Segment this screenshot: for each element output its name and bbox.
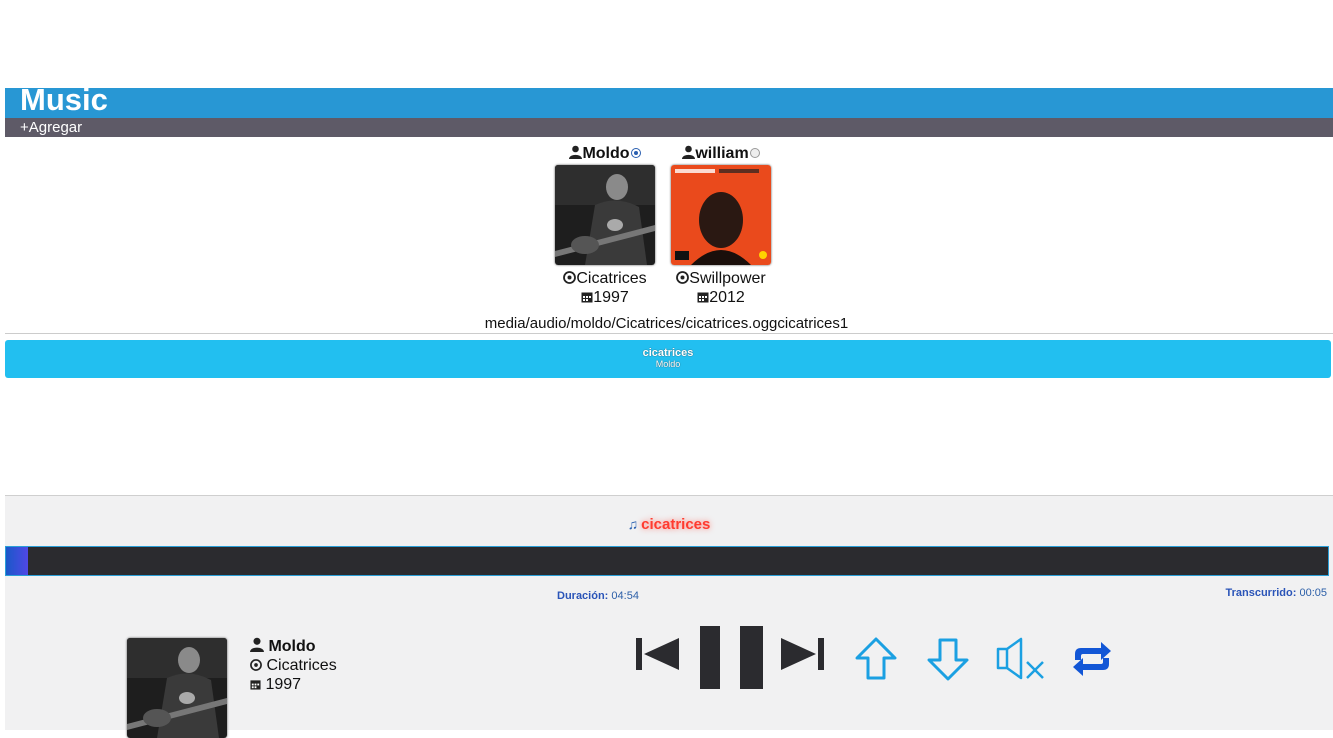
mute-icon[interactable] [995, 636, 1047, 682]
album-artist-name: Moldo [582, 145, 630, 162]
page-title: Music [20, 82, 108, 117]
album-artist-name: william [695, 145, 749, 162]
album-title: Swillpower [689, 270, 766, 287]
header-bar [5, 88, 1333, 118]
album-select-radio[interactable] [749, 147, 760, 158]
pause-icon[interactable] [699, 625, 765, 691]
progress-fill [6, 547, 28, 575]
current-artist-row: Moldo [250, 637, 337, 656]
disc-icon [250, 659, 262, 671]
album-cover[interactable] [555, 165, 655, 265]
arrow-down-icon[interactable] [925, 636, 971, 682]
current-album: Cicatrices [266, 657, 337, 674]
user-icon [250, 637, 264, 652]
elapsed-display: Transcurrido: 00:05 [1226, 587, 1328, 599]
album-card-moldo[interactable]: Moldo Cicatrices 1997 [540, 145, 670, 307]
now-playing-title: ♫ cicatrices [5, 516, 1333, 533]
previous-icon[interactable] [635, 636, 681, 672]
arrow-up-icon[interactable] [853, 636, 899, 682]
album-year: 1997 [593, 289, 629, 306]
album-title: Cicatrices [576, 270, 647, 287]
elapsed-label: Transcurrido: [1225, 587, 1297, 599]
album-artist-row: Moldo [540, 145, 670, 163]
repeat-icon[interactable] [1069, 640, 1115, 678]
user-icon [682, 145, 696, 159]
current-year-row: 1997 [250, 675, 337, 694]
playlist-item[interactable]: cicatrices Moldo [5, 340, 1331, 378]
current-album-cover [127, 638, 227, 738]
user-icon [569, 145, 583, 159]
current-album-row: Cicatrices [250, 656, 337, 675]
progress-bar[interactable] [5, 546, 1329, 576]
album-artist-row: william [656, 145, 786, 163]
duration-display: Duración: 04:54 [557, 590, 639, 602]
calendar-icon [697, 292, 709, 303]
disc-icon [563, 271, 577, 284]
elapsed-value: 00:05 [1299, 587, 1327, 599]
album-title-row: Cicatrices [540, 269, 670, 288]
add-button[interactable]: +Agregar [20, 118, 82, 137]
current-artist: Moldo [268, 638, 316, 655]
divider [5, 333, 1333, 334]
calendar-icon [581, 292, 593, 303]
album-title-row: Swillpower [656, 269, 786, 288]
player-panel: ♫ cicatrices Duración: 04:54 Transcurrido… [5, 495, 1333, 738]
calendar-icon [250, 680, 261, 690]
current-track-info: Moldo Cicatrices 1997 [250, 637, 337, 694]
album-cover[interactable] [671, 165, 771, 265]
disc-icon [676, 271, 690, 284]
current-year: 1997 [265, 676, 302, 693]
duration-value: 04:54 [611, 590, 639, 602]
now-playing-text: cicatrices [641, 516, 711, 533]
next-icon[interactable] [779, 636, 825, 672]
file-path-text: media/audio/moldo/Cicatrices/cicatrices.… [484, 315, 849, 332]
toolbar [5, 118, 1333, 137]
music-note-icon: ♫ [627, 516, 639, 532]
album-card-william[interactable]: william Swillpower 2012 [656, 145, 786, 307]
album-year: 2012 [709, 289, 745, 306]
album-year-row: 2012 [656, 288, 786, 307]
album-select-radio[interactable] [630, 147, 641, 158]
playlist-item-title: cicatrices [642, 347, 694, 359]
album-year-row: 1997 [540, 288, 670, 307]
playlist-item-artist: Moldo [655, 359, 681, 369]
duration-label: Duración: [557, 590, 609, 602]
